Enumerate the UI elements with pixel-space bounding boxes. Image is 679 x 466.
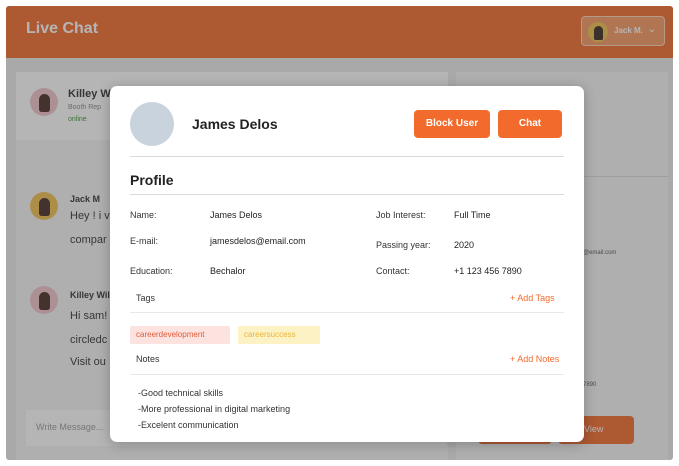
name-value: James Delos (210, 210, 263, 220)
add-notes-link[interactable]: + Add Notes (510, 354, 559, 364)
note-item: -Excelent communication (138, 420, 239, 430)
tag-chip[interactable]: careersuccess (238, 326, 320, 344)
job-interest-label: Job Interest: (376, 210, 426, 220)
education-value: Bechalor (210, 266, 246, 276)
section-title: Profile (130, 172, 174, 188)
tags-label: Tags (136, 293, 156, 303)
divider (130, 374, 564, 375)
divider (130, 312, 564, 313)
email-label: E-mail: (130, 236, 159, 246)
block-user-button[interactable]: Block User (414, 110, 490, 138)
passing-year-label: Passing year: (376, 240, 431, 250)
divider (130, 194, 564, 195)
tag-chip[interactable]: careerdevelopment (130, 326, 230, 344)
contact-label: Contact: (376, 266, 410, 276)
job-interest-value: Full Time (454, 210, 491, 220)
contact-value: +1 123 456 7890 (454, 266, 522, 276)
passing-year-value: 2020 (454, 240, 475, 250)
profile-modal: James Delos Block User Chat Profile Name… (110, 86, 584, 442)
add-tags-link[interactable]: + Add Tags (510, 293, 555, 303)
email-value: jamesdelos@email.com (210, 236, 306, 246)
profile-avatar (130, 102, 174, 146)
name-label: Name: (130, 210, 157, 220)
chat-button[interactable]: Chat (498, 110, 562, 138)
education-label: Education: (130, 266, 173, 276)
divider (130, 156, 564, 157)
notes-label: Notes (136, 354, 160, 364)
app-window: Live Chat Jack M. ⌄ Killey Wi Booth Rep … (6, 6, 673, 460)
note-item: -Good technical skills (138, 388, 224, 398)
profile-name: James Delos (192, 116, 278, 132)
note-item: -More professional in digital marketing (138, 404, 291, 414)
